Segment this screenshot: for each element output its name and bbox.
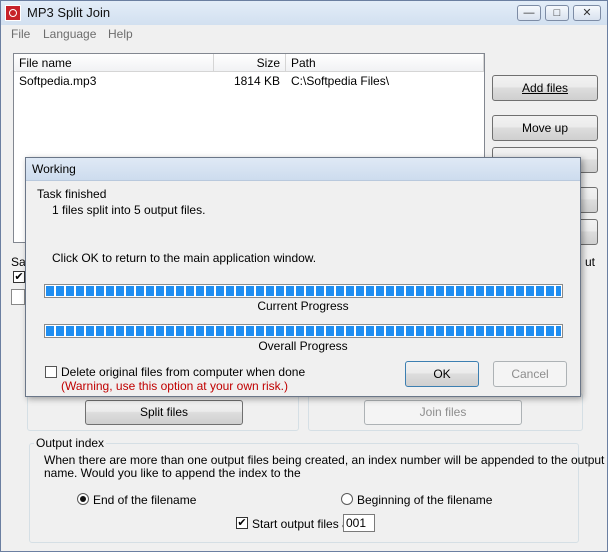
current-progress-label: Current Progress	[257, 299, 349, 313]
output-index-description-1: When there are more than one output file…	[44, 453, 608, 467]
move-up-label: Move up	[521, 121, 569, 135]
background-input[interactable]	[11, 289, 25, 305]
file-name-cell: Softpedia.mp3	[19, 74, 97, 88]
status-detail: 1 files split into 5 output files.	[52, 203, 206, 217]
beginning-of-filename-radio[interactable]	[341, 493, 353, 505]
add-files-button[interactable]: Add files	[492, 75, 598, 101]
end-of-filename-label[interactable]: End of the filename	[93, 493, 196, 507]
working-dialog: Working Task finished 1 files split into…	[25, 157, 581, 397]
instruction-text: Click OK to return to the main applicati…	[52, 251, 317, 265]
background-checkbox[interactable]: ✔	[13, 271, 25, 283]
menu-help[interactable]: Help	[108, 27, 133, 41]
close-button[interactable]: ✕	[573, 5, 601, 21]
beginning-of-filename-label[interactable]: Beginning of the filename	[357, 493, 492, 507]
output-index-legend: Output index	[34, 436, 107, 450]
move-up-button[interactable]: Move up	[492, 115, 598, 141]
file-size-cell: 1814 KB	[233, 74, 280, 88]
main-window: MP3 Split Join — □ ✕ File Language Help …	[0, 0, 608, 552]
current-progress-bar	[44, 284, 563, 298]
right-label-fragment: ut	[585, 255, 596, 269]
minimize-button[interactable]: —	[517, 5, 541, 21]
ok-button[interactable]: OK	[405, 361, 479, 387]
delete-originals-checkbox[interactable]	[45, 366, 57, 378]
save-label-fragment: Sa	[11, 255, 26, 269]
output-index-description-2: name. Would you like to append the index…	[44, 466, 301, 480]
delete-warning-text: (Warning, use this option at your own ri…	[61, 379, 288, 393]
column-path[interactable]: Path	[286, 54, 484, 72]
column-file-name[interactable]: File name	[14, 54, 214, 72]
file-path-cell: C:\Softpedia Files\	[291, 74, 390, 88]
cancel-button[interactable]: Cancel	[493, 361, 567, 387]
delete-originals-label[interactable]: Delete original files from computer when…	[61, 365, 305, 379]
start-index-input[interactable]	[343, 514, 375, 532]
current-progress-fill	[46, 286, 561, 296]
dialog-title-bar[interactable]: Working	[26, 158, 580, 181]
start-output-label[interactable]: Start output files at	[252, 517, 352, 531]
title-bar[interactable]: MP3 Split Join — □ ✕	[1, 1, 607, 26]
dialog-title: Working	[32, 162, 76, 176]
menu-bar: File Language Help	[1, 25, 607, 43]
join-files-button[interactable]: Join files	[364, 400, 522, 425]
window-title: MP3 Split Join	[27, 5, 111, 20]
menu-language[interactable]: Language	[43, 27, 96, 41]
add-files-label: Add files	[521, 81, 569, 95]
app-icon	[5, 5, 21, 21]
split-files-button[interactable]: Split files	[85, 400, 243, 425]
status-heading: Task finished	[37, 187, 107, 201]
end-of-filename-radio[interactable]	[77, 493, 89, 505]
menu-file[interactable]: File	[11, 27, 30, 41]
start-output-checkbox[interactable]: ✔	[236, 517, 248, 529]
column-size[interactable]: Size	[214, 54, 286, 72]
overall-progress-bar	[44, 324, 563, 338]
maximize-button[interactable]: □	[545, 5, 569, 21]
overall-progress-fill	[46, 326, 561, 336]
overall-progress-label: Overall Progress	[258, 339, 348, 353]
